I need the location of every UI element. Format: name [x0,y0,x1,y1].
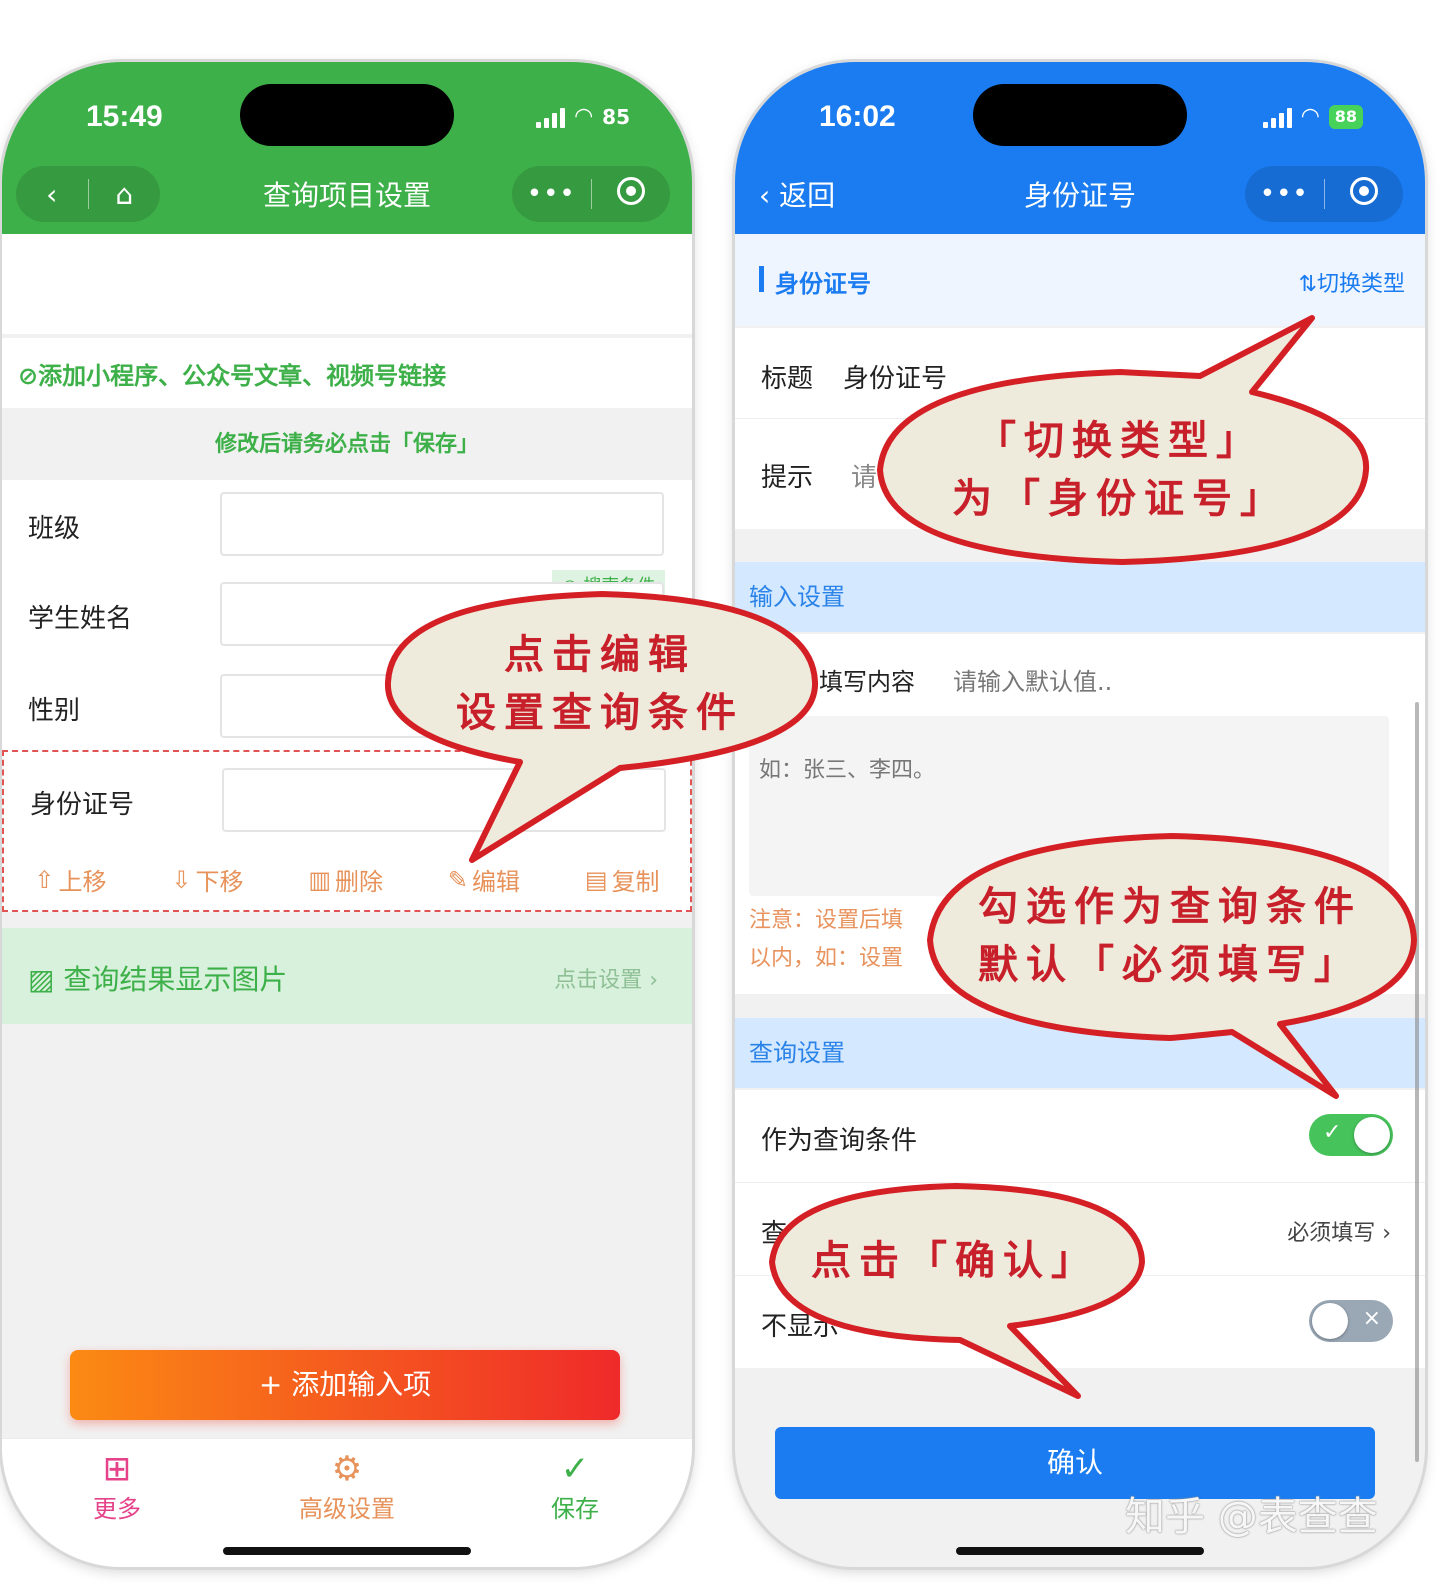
top-bar: 16:02 ◠ 88 ‹ 返回 身份证号 ••• [735,62,1425,234]
close-miniprogram-icon[interactable] [592,176,671,212]
wifi-icon: ◠ [575,104,593,129]
left-phone-screen: 15:49 ◠ 85 ‹ ⌂ 查询项目设置 ••• ⊘添加小程序、公众号文章、视… [2,62,692,1567]
hide-label: 不显示 [761,1312,840,1342]
callout-line: 为「身份证号」 [952,475,1288,522]
section-accent [759,266,764,292]
result-image-row[interactable]: ▨ 查询结果显示图片 点击设置 › [2,928,692,1024]
result-image-label: ▨ 查询结果显示图片 [28,963,288,996]
field-label-class: 班级 [28,514,81,544]
wifi-icon: ◠ [1301,104,1319,129]
link-notice[interactable]: ⊘添加小程序、公众号文章、视频号链接 [18,356,446,391]
result-image-action[interactable]: 点击设置 › [554,962,658,994]
edit-icon: ✎ [447,865,469,894]
query-mode-value[interactable]: 必须填写 › [1287,1215,1391,1247]
note-line-1: 注意：设置后填 [749,908,904,933]
copy-button[interactable]: ▤ 复制 [585,862,660,897]
hint-label: 提示 [761,463,814,493]
example-textarea[interactable]: 如：张三、李四。 [749,716,1389,896]
top-bar: 15:49 ◠ 85 ‹ ⌂ 查询项目设置 ••• [2,62,692,234]
home-indicator [223,1547,471,1555]
dynamic-island [973,84,1187,146]
more-icon[interactable]: ••• [1245,179,1324,209]
check-icon: ✓ [1323,1120,1342,1145]
callout-text-query-condition: 勾选作为查询条件 默认「必须填写」 [950,878,1390,994]
status-time: 16:02 [819,100,896,133]
dynamic-island [240,84,454,146]
note-line-2: 以内，如：设置 [749,946,904,971]
battery-level: 88 [1328,104,1363,129]
field-label-student-name: 学生姓名 [28,604,133,634]
scrollbar[interactable] [1415,702,1419,1462]
gear-icon: ⚙ [331,1449,363,1489]
tab-more[interactable]: ⊞ 更多 [42,1449,192,1524]
delete-button[interactable]: ▥ 删除 [308,862,383,897]
move-up-button[interactable]: ⇧ 上移 [34,862,106,897]
example-text: 如：张三、李四。 [759,758,936,783]
move-down-button[interactable]: ⇩ 下移 [171,862,243,897]
callout-line: 勾选作为查询条件 [978,883,1362,930]
grid-icon: ⊞ [102,1449,132,1489]
watermark: 知乎 @表查查 [1125,1494,1378,1540]
edit-button[interactable]: ✎ 编辑 [448,862,520,897]
status-time: 15:49 [86,100,163,133]
query-settings-header: 查询设置 [735,1018,1425,1088]
callout-line: 设置查询条件 [456,689,744,736]
signal-icon [1262,106,1292,128]
input-idcard[interactable] [222,768,666,832]
callout-line: 默认「必须填写」 [978,941,1362,988]
image-icon: ▨ [28,963,55,996]
title-label: 标题 [761,364,814,394]
as-condition-label: 作为查询条件 [761,1126,918,1156]
callout-line: 点击编辑 [504,631,696,678]
callout-text-edit: 点击编辑 设置查询条件 [420,626,780,742]
check-circle-icon: ✓ [560,1449,590,1489]
link-notice-row[interactable]: ⊘添加小程序、公众号文章、视频号链接 [2,338,692,408]
menu-capsule: ••• [512,166,670,222]
section-header: 身份证号 ⇅切换类型 [735,234,1425,326]
battery-level: 85 [602,104,630,129]
up-arrow-icon: ⇧ [34,865,55,894]
bottom-tab-bar: ⊞ 更多 ⚙ 高级设置 ✓ 保存 [2,1438,692,1567]
status-icons: ◠ 85 [536,104,630,129]
input-settings-header: 输入设置 [735,562,1425,632]
save-hint: 修改后请务必点击「保存」 [214,432,479,457]
callout-text-confirm: 点击「确认」 [790,1232,1120,1290]
switch-type-button[interactable]: ⇅切换类型 [1299,266,1405,298]
query-mode-label: 查 [761,1219,788,1249]
field-label-idcard: 身份证号 [30,790,135,820]
title-value[interactable]: 身份证号 [843,358,947,395]
close-miniprogram-icon[interactable] [1325,176,1404,212]
as-condition-toggle[interactable]: ✓ [1309,1114,1393,1156]
tab-advanced-settings[interactable]: ⚙ 高级设置 [272,1449,422,1524]
section-title: 身份证号 [775,270,871,298]
input-class[interactable] [220,492,664,556]
home-indicator [956,1547,1204,1555]
hide-toggle[interactable]: × [1309,1300,1393,1342]
tab-save[interactable]: ✓ 保存 [500,1449,650,1524]
field-action-bar: ⇧ 上移 ⇩ 下移 ▥ 删除 ✎ 编辑 ▤ 复制 [2,862,692,897]
default-value-input[interactable]: 请输入默认值.. [953,662,1112,697]
callout-line: 点击「确认」 [811,1237,1099,1284]
right-phone-screen: 16:02 ◠ 88 ‹ 返回 身份证号 ••• 身份证号 ⇅切换类型 标题 身… [735,62,1425,1567]
callout-text-switch-type: 「切换类型」 为「身份证号」 [920,412,1320,528]
close-icon: × [1362,1306,1381,1331]
callout-line: 「切换类型」 [976,417,1264,464]
title-row[interactable]: 标题 身份证号 [735,328,1425,419]
down-arrow-icon: ⇩ [171,865,192,894]
add-input-button[interactable]: + 添加输入项 [70,1350,620,1420]
field-label-gender: 性别 [28,696,81,726]
as-condition-row: 作为查询条件 ✓ [735,1090,1425,1183]
more-icon[interactable]: ••• [512,179,591,209]
menu-capsule: ••• [1245,166,1403,222]
blank-area [2,234,692,334]
hint-value[interactable]: 请 [851,457,877,494]
signal-icon [536,106,566,128]
copy-icon: ▤ [584,865,608,894]
status-icons: ◠ 88 [1262,104,1363,129]
trash-icon: ▥ [308,865,332,894]
default-label: 填写内容 [819,668,915,696]
